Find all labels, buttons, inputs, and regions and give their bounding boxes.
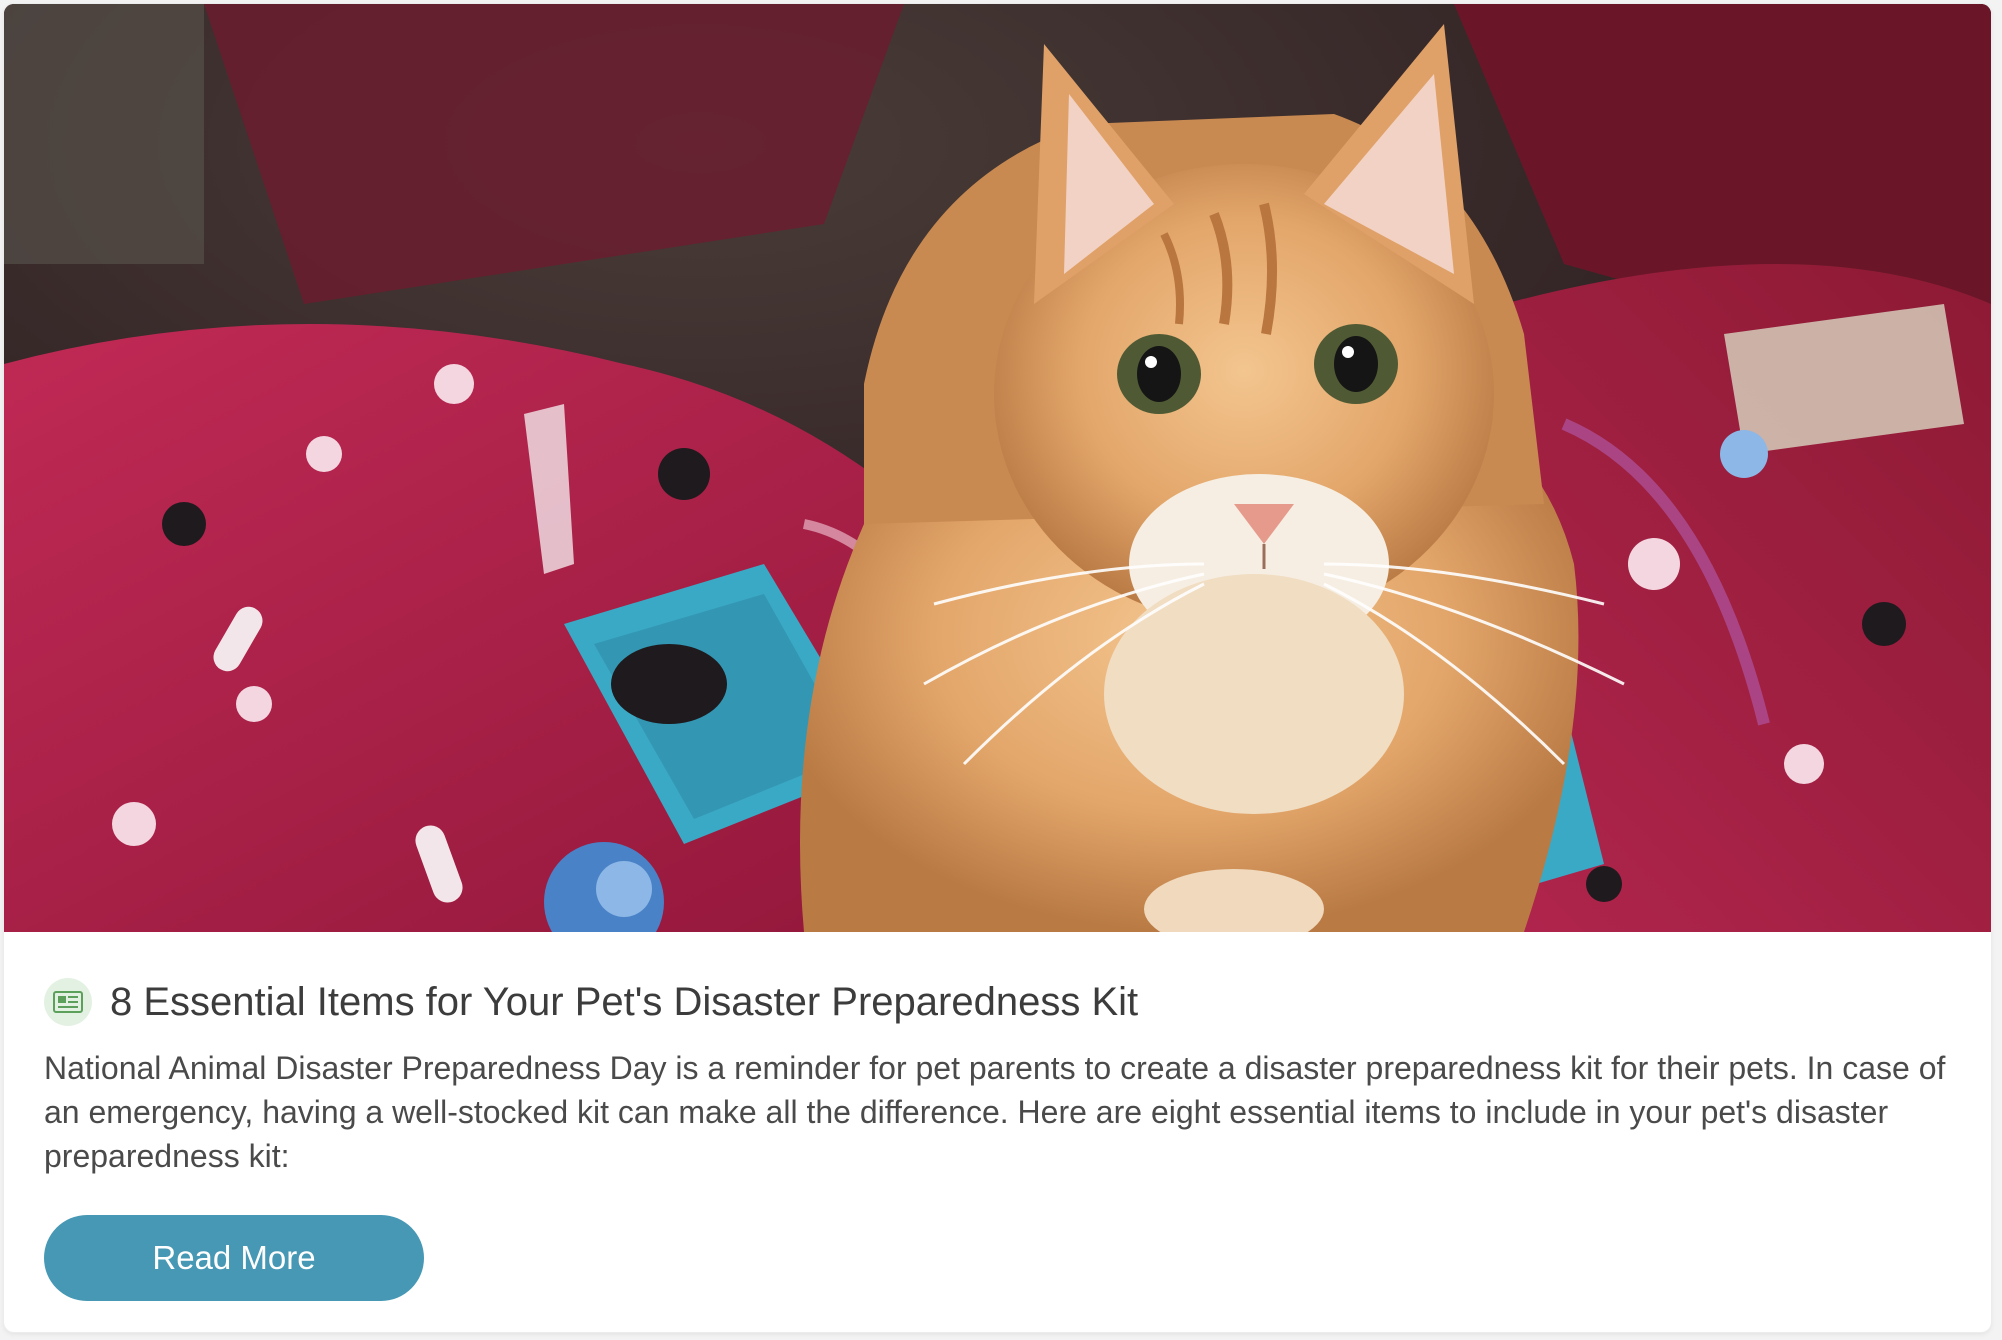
article-description: National Animal Disaster Preparedness Da… [44,1050,1946,1174]
newspaper-icon-glyph [53,991,83,1013]
read-more-button[interactable]: Read More [44,1215,424,1301]
article-title: 8 Essential Items for Your Pet's Disaste… [110,979,1139,1024]
article-hero-image [4,4,1991,932]
newspaper-icon [44,978,92,1026]
cat-on-blanket-photo [4,4,1991,932]
article-title-row: 8 Essential Items for Your Pet's Disaste… [44,976,1944,1028]
article-content: 8 Essential Items for Your Pet's Disaste… [44,976,1945,1178]
article-card: 8 Essential Items for Your Pet's Disaste… [4,4,1991,1332]
